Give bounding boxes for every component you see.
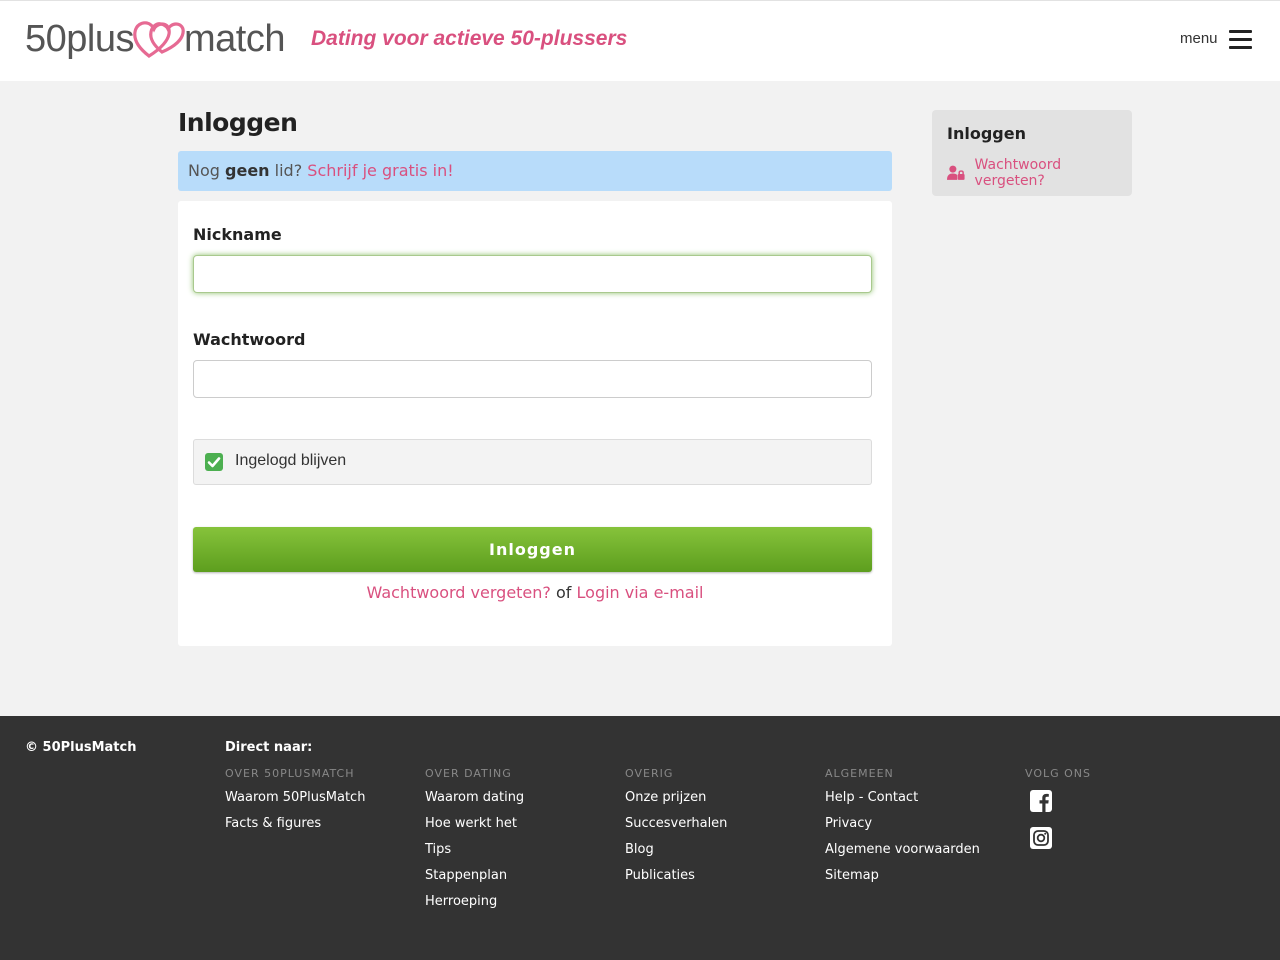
checkmark-icon (207, 457, 221, 468)
footer-link[interactable]: Succesverhalen (625, 814, 815, 840)
footer-link[interactable]: Hoe werkt het (425, 814, 615, 840)
login-button[interactable]: Inloggen (193, 527, 872, 572)
sidebar-forgot-password-link[interactable]: Wachtwoord vergeten? (947, 157, 1132, 189)
copyright: © 50PlusMatch (25, 740, 137, 755)
footer-heading: OVERIG (625, 767, 674, 780)
forgot-password-link[interactable]: Wachtwoord vergeten? (367, 583, 551, 602)
footer-link[interactable]: Herroeping (425, 892, 615, 918)
sidebar-login-box: Inloggen Wachtwoord vergeten? (932, 110, 1132, 196)
footer-column-about: OVER 50PLUSMATCH Waarom 50PlusMatch Fact… (225, 767, 415, 840)
nickname-input[interactable] (193, 255, 872, 293)
alt-login-links: Wachtwoord vergeten? of Login via e-mail (178, 583, 892, 602)
footer-link[interactable]: Sitemap (825, 866, 1015, 892)
email-login-link[interactable]: Login via e-mail (577, 583, 704, 602)
footer-heading: OVER 50PLUSMATCH (225, 767, 355, 780)
footer-link[interactable]: Stappenplan (425, 866, 615, 892)
remember-me-label[interactable]: Ingelogd blijven (235, 452, 346, 470)
remember-me-row[interactable]: Ingelogd blijven (193, 439, 872, 485)
footer-link[interactable]: Onze prijzen (625, 788, 815, 814)
logo-text-left: 50plus (25, 17, 134, 60)
remember-me-checkbox[interactable] (205, 453, 223, 471)
footer-heading: OVER DATING (425, 767, 512, 780)
sidebar-title: Inloggen (947, 124, 1026, 143)
nickname-label: Nickname (193, 225, 282, 244)
page-title: Inloggen (178, 108, 298, 137)
facebook-icon[interactable] (1029, 789, 1053, 813)
footer-heading: VOLG ONS (1025, 767, 1092, 780)
sidebar-forgot-password-label: Wachtwoord vergeten? (974, 157, 1062, 189)
password-input[interactable] (193, 360, 872, 398)
footer-heading: ALGEMEEN (825, 767, 894, 780)
site-footer: © 50PlusMatch Direct naar: OVER 50PLUSMA… (0, 716, 1280, 960)
footer-link[interactable]: Blog (625, 840, 815, 866)
hamburger-menu-icon[interactable] (1229, 30, 1252, 49)
footer-link[interactable]: Privacy (825, 814, 1015, 840)
footer-column-other: OVERIG Onze prijzen Succesverhalen Blog … (625, 767, 815, 892)
menu-label[interactable]: menu (1180, 30, 1218, 47)
password-label: Wachtwoord (193, 330, 306, 349)
footer-link[interactable]: Facts & figures (225, 814, 415, 840)
or-text: of (556, 583, 572, 602)
footer-link[interactable]: Algemene voorwaarden (825, 840, 1015, 866)
logo-hearts-icon (133, 21, 185, 58)
footer-link[interactable]: Tips (425, 840, 615, 866)
notice-bold: geen (225, 161, 270, 180)
footer-column-dating: OVER DATING Waarom dating Hoe werkt het … (425, 767, 615, 918)
site-header: 50plus match Dating voor actieve 50-plus… (0, 0, 1280, 81)
logo-text-right: match (183, 17, 285, 60)
notice-suffix: lid? (274, 161, 303, 180)
footer-column-general: ALGEMEEN Help - Contact Privacy Algemene… (825, 767, 1015, 892)
notice-prefix: Nog (188, 161, 220, 180)
direct-heading: Direct naar: (225, 740, 313, 755)
user-lock-icon (947, 165, 965, 180)
footer-column-social: VOLG ONS (1025, 767, 1215, 863)
footer-link[interactable]: Waarom dating (425, 788, 615, 814)
site-logo[interactable]: 50plus match (25, 17, 285, 61)
footer-link[interactable]: Publicaties (625, 866, 815, 892)
login-form: Nickname Wachtwoord Ingelogd blijven Inl… (178, 201, 892, 646)
tagline: Dating voor actieve 50-plussers (311, 27, 628, 50)
signup-link[interactable]: Schrijf je gratis in! (307, 161, 453, 180)
footer-link[interactable]: Help - Contact (825, 788, 1015, 814)
footer-link[interactable]: Waarom 50PlusMatch (225, 788, 415, 814)
signup-notice: Nog geen lid? Schrijf je gratis in! (178, 151, 892, 191)
instagram-icon[interactable] (1029, 826, 1053, 850)
